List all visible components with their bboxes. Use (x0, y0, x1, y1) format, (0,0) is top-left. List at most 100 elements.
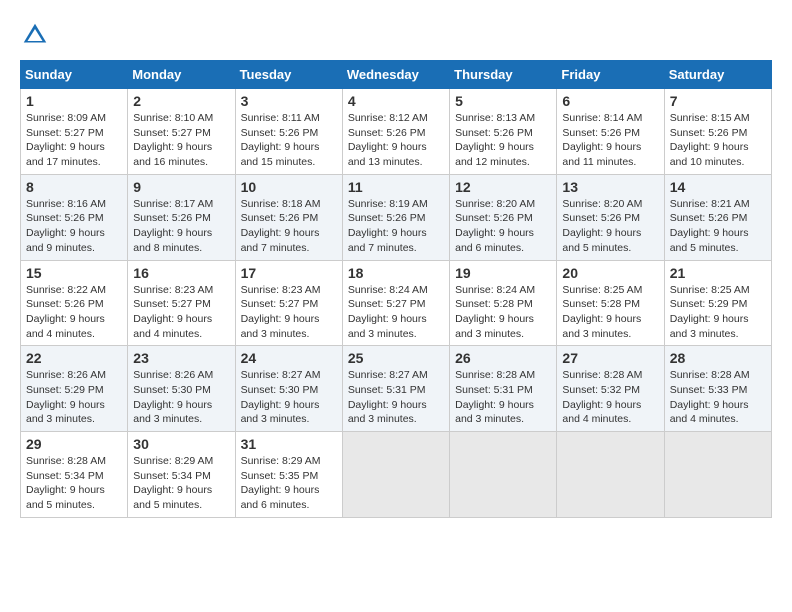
day-number: 1 (26, 93, 122, 109)
day-info: Sunrise: 8:20 AMSunset: 5:26 PMDaylight:… (562, 198, 642, 254)
calendar-day-cell: 9 Sunrise: 8:17 AMSunset: 5:26 PMDayligh… (128, 174, 235, 260)
day-number: 13 (562, 179, 658, 195)
day-info: Sunrise: 8:14 AMSunset: 5:26 PMDaylight:… (562, 112, 642, 168)
day-number: 30 (133, 436, 229, 452)
calendar-day-cell: 19 Sunrise: 8:24 AMSunset: 5:28 PMDaylig… (450, 260, 557, 346)
day-info: Sunrise: 8:23 AMSunset: 5:27 PMDaylight:… (241, 284, 321, 340)
calendar-day-cell: 18 Sunrise: 8:24 AMSunset: 5:27 PMDaylig… (342, 260, 449, 346)
calendar-day-cell: 11 Sunrise: 8:19 AMSunset: 5:26 PMDaylig… (342, 174, 449, 260)
day-of-week-header: Friday (557, 61, 664, 89)
calendar-day-cell (664, 432, 771, 518)
calendar-day-cell: 27 Sunrise: 8:28 AMSunset: 5:32 PMDaylig… (557, 346, 664, 432)
day-number: 20 (562, 265, 658, 281)
day-of-week-header: Tuesday (235, 61, 342, 89)
day-of-week-header: Monday (128, 61, 235, 89)
logo (20, 20, 54, 50)
calendar-day-cell: 30 Sunrise: 8:29 AMSunset: 5:34 PMDaylig… (128, 432, 235, 518)
day-number: 10 (241, 179, 337, 195)
logo-icon (20, 20, 50, 50)
calendar-day-cell: 17 Sunrise: 8:23 AMSunset: 5:27 PMDaylig… (235, 260, 342, 346)
calendar-day-cell: 5 Sunrise: 8:13 AMSunset: 5:26 PMDayligh… (450, 89, 557, 175)
day-info: Sunrise: 8:29 AMSunset: 5:35 PMDaylight:… (241, 455, 321, 511)
day-info: Sunrise: 8:28 AMSunset: 5:32 PMDaylight:… (562, 369, 642, 425)
day-number: 9 (133, 179, 229, 195)
day-info: Sunrise: 8:24 AMSunset: 5:28 PMDaylight:… (455, 284, 535, 340)
calendar-day-cell: 25 Sunrise: 8:27 AMSunset: 5:31 PMDaylig… (342, 346, 449, 432)
day-number: 12 (455, 179, 551, 195)
calendar-week-row: 15 Sunrise: 8:22 AMSunset: 5:26 PMDaylig… (21, 260, 772, 346)
day-info: Sunrise: 8:15 AMSunset: 5:26 PMDaylight:… (670, 112, 750, 168)
day-number: 18 (348, 265, 444, 281)
day-info: Sunrise: 8:18 AMSunset: 5:26 PMDaylight:… (241, 198, 321, 254)
day-number: 24 (241, 350, 337, 366)
day-info: Sunrise: 8:29 AMSunset: 5:34 PMDaylight:… (133, 455, 213, 511)
day-info: Sunrise: 8:27 AMSunset: 5:31 PMDaylight:… (348, 369, 428, 425)
day-info: Sunrise: 8:22 AMSunset: 5:26 PMDaylight:… (26, 284, 106, 340)
day-number: 19 (455, 265, 551, 281)
calendar-header-row: SundayMondayTuesdayWednesdayThursdayFrid… (21, 61, 772, 89)
day-info: Sunrise: 8:21 AMSunset: 5:26 PMDaylight:… (670, 198, 750, 254)
day-info: Sunrise: 8:16 AMSunset: 5:26 PMDaylight:… (26, 198, 106, 254)
day-number: 28 (670, 350, 766, 366)
day-of-week-header: Wednesday (342, 61, 449, 89)
day-number: 5 (455, 93, 551, 109)
day-info: Sunrise: 8:19 AMSunset: 5:26 PMDaylight:… (348, 198, 428, 254)
day-number: 26 (455, 350, 551, 366)
day-info: Sunrise: 8:26 AMSunset: 5:29 PMDaylight:… (26, 369, 106, 425)
day-info: Sunrise: 8:11 AMSunset: 5:26 PMDaylight:… (241, 112, 320, 168)
day-number: 23 (133, 350, 229, 366)
calendar-day-cell: 13 Sunrise: 8:20 AMSunset: 5:26 PMDaylig… (557, 174, 664, 260)
day-number: 25 (348, 350, 444, 366)
calendar-day-cell: 4 Sunrise: 8:12 AMSunset: 5:26 PMDayligh… (342, 89, 449, 175)
calendar-day-cell (557, 432, 664, 518)
day-info: Sunrise: 8:24 AMSunset: 5:27 PMDaylight:… (348, 284, 428, 340)
calendar-day-cell: 20 Sunrise: 8:25 AMSunset: 5:28 PMDaylig… (557, 260, 664, 346)
calendar-day-cell: 10 Sunrise: 8:18 AMSunset: 5:26 PMDaylig… (235, 174, 342, 260)
day-info: Sunrise: 8:23 AMSunset: 5:27 PMDaylight:… (133, 284, 213, 340)
calendar-day-cell: 8 Sunrise: 8:16 AMSunset: 5:26 PMDayligh… (21, 174, 128, 260)
calendar-day-cell: 29 Sunrise: 8:28 AMSunset: 5:34 PMDaylig… (21, 432, 128, 518)
day-info: Sunrise: 8:13 AMSunset: 5:26 PMDaylight:… (455, 112, 535, 168)
day-number: 29 (26, 436, 122, 452)
calendar-day-cell: 26 Sunrise: 8:28 AMSunset: 5:31 PMDaylig… (450, 346, 557, 432)
calendar-day-cell: 22 Sunrise: 8:26 AMSunset: 5:29 PMDaylig… (21, 346, 128, 432)
day-of-week-header: Sunday (21, 61, 128, 89)
day-number: 7 (670, 93, 766, 109)
day-number: 11 (348, 179, 444, 195)
day-number: 16 (133, 265, 229, 281)
day-of-week-header: Saturday (664, 61, 771, 89)
calendar-day-cell: 21 Sunrise: 8:25 AMSunset: 5:29 PMDaylig… (664, 260, 771, 346)
calendar-day-cell: 14 Sunrise: 8:21 AMSunset: 5:26 PMDaylig… (664, 174, 771, 260)
day-number: 31 (241, 436, 337, 452)
day-info: Sunrise: 8:25 AMSunset: 5:29 PMDaylight:… (670, 284, 750, 340)
calendar-day-cell (450, 432, 557, 518)
day-info: Sunrise: 8:17 AMSunset: 5:26 PMDaylight:… (133, 198, 213, 254)
day-info: Sunrise: 8:28 AMSunset: 5:31 PMDaylight:… (455, 369, 535, 425)
calendar-week-row: 8 Sunrise: 8:16 AMSunset: 5:26 PMDayligh… (21, 174, 772, 260)
day-number: 2 (133, 93, 229, 109)
day-number: 17 (241, 265, 337, 281)
day-info: Sunrise: 8:26 AMSunset: 5:30 PMDaylight:… (133, 369, 213, 425)
calendar-day-cell: 24 Sunrise: 8:27 AMSunset: 5:30 PMDaylig… (235, 346, 342, 432)
day-info: Sunrise: 8:27 AMSunset: 5:30 PMDaylight:… (241, 369, 321, 425)
calendar-day-cell (342, 432, 449, 518)
day-number: 15 (26, 265, 122, 281)
day-number: 6 (562, 93, 658, 109)
calendar-day-cell: 12 Sunrise: 8:20 AMSunset: 5:26 PMDaylig… (450, 174, 557, 260)
page-header (20, 20, 772, 50)
calendar-day-cell: 16 Sunrise: 8:23 AMSunset: 5:27 PMDaylig… (128, 260, 235, 346)
calendar-week-row: 29 Sunrise: 8:28 AMSunset: 5:34 PMDaylig… (21, 432, 772, 518)
calendar-day-cell: 23 Sunrise: 8:26 AMSunset: 5:30 PMDaylig… (128, 346, 235, 432)
calendar-day-cell: 28 Sunrise: 8:28 AMSunset: 5:33 PMDaylig… (664, 346, 771, 432)
calendar-week-row: 22 Sunrise: 8:26 AMSunset: 5:29 PMDaylig… (21, 346, 772, 432)
day-number: 21 (670, 265, 766, 281)
day-number: 3 (241, 93, 337, 109)
day-info: Sunrise: 8:28 AMSunset: 5:33 PMDaylight:… (670, 369, 750, 425)
day-number: 8 (26, 179, 122, 195)
calendar-table: SundayMondayTuesdayWednesdayThursdayFrid… (20, 60, 772, 518)
day-info: Sunrise: 8:12 AMSunset: 5:26 PMDaylight:… (348, 112, 428, 168)
day-of-week-header: Thursday (450, 61, 557, 89)
day-info: Sunrise: 8:09 AMSunset: 5:27 PMDaylight:… (26, 112, 106, 168)
day-info: Sunrise: 8:10 AMSunset: 5:27 PMDaylight:… (133, 112, 213, 168)
calendar-day-cell: 6 Sunrise: 8:14 AMSunset: 5:26 PMDayligh… (557, 89, 664, 175)
